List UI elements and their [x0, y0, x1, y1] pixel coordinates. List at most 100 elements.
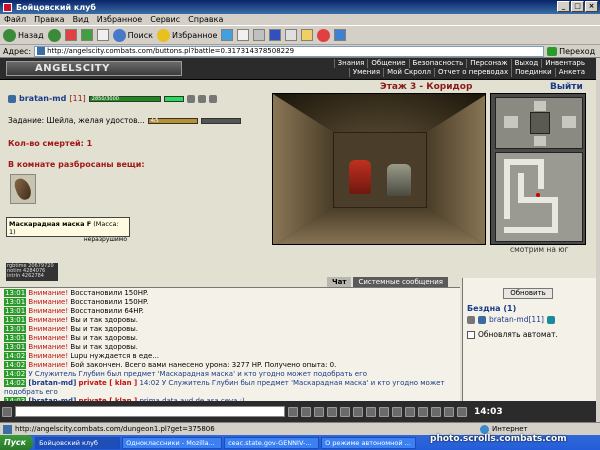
nav-scroll[interactable]: Мой Скролл — [383, 68, 434, 77]
chat-settings-icon[interactable] — [353, 406, 363, 417]
smiles-icon[interactable] — [314, 406, 324, 417]
go-button[interactable]: Переход — [547, 46, 595, 56]
nav-chat[interactable]: Общение — [367, 59, 408, 68]
chat-time[interactable]: 13:01 — [4, 334, 27, 342]
chat-time[interactable]: 14:02 — [4, 352, 27, 360]
nav-character[interactable]: Персонаж — [466, 59, 510, 68]
nav-knowledge[interactable]: Знания — [333, 59, 368, 68]
search-button[interactable]: Поиск — [112, 28, 153, 42]
chat-time[interactable]: 13:01 — [4, 289, 27, 297]
back-button[interactable]: Назад — [3, 28, 44, 42]
nav-profile[interactable]: Анкета — [554, 68, 588, 77]
translit-icon[interactable] — [340, 406, 350, 417]
private-tag[interactable]: private [ klan ] — [79, 379, 138, 387]
item-mask-image[interactable] — [10, 174, 36, 204]
minimize-button[interactable]: _ — [557, 1, 570, 12]
nav-transfers[interactable]: Отчет о переводах — [433, 68, 511, 77]
chat-time[interactable]: 13:01 — [4, 307, 27, 315]
monster-red[interactable] — [349, 160, 371, 194]
nav-security[interactable]: Безопасность — [408, 59, 467, 68]
dungeon-view[interactable] — [272, 93, 486, 245]
turn-right-icon[interactable] — [562, 116, 576, 128]
print-icon[interactable] — [253, 29, 266, 41]
map-icon[interactable] — [418, 406, 428, 417]
chat-line: 13:01 Внимание! Вы и так здоровы. — [4, 316, 456, 325]
stop-icon[interactable] — [64, 29, 77, 41]
help-icon[interactable] — [431, 406, 441, 417]
chat-input[interactable] — [15, 406, 285, 417]
nav-inventory[interactable]: Инвентарь — [541, 59, 588, 68]
chat-time[interactable]: 13:01 — [4, 325, 27, 333]
start-button[interactable]: Пуск — [0, 435, 34, 450]
messenger-icon[interactable] — [317, 28, 331, 42]
chat-time[interactable]: 14:02 — [4, 379, 27, 387]
effect-icon-2[interactable] — [197, 94, 206, 103]
chat-time[interactable]: 13:01 — [4, 343, 27, 351]
chat-time[interactable]: 13:01 — [4, 316, 27, 324]
chat-menu-icon[interactable] — [2, 406, 12, 417]
address-label: Адрес: — [3, 46, 32, 56]
chat-tabs: Чат Системные сообщения — [327, 277, 448, 287]
close-button[interactable]: × — [585, 1, 598, 12]
task-ceac[interactable]: ceac.state.gov-GENNIV-... — [224, 436, 320, 449]
private-icon[interactable] — [467, 315, 475, 324]
exit-link[interactable]: Выйти — [550, 82, 583, 92]
menu-file[interactable]: Файл — [4, 15, 26, 24]
effect-icon-1[interactable] — [186, 94, 195, 103]
nav-duels[interactable]: Поединки — [511, 68, 555, 77]
menu-tools[interactable]: Сервис — [150, 15, 180, 24]
maximize-button[interactable]: □ — [571, 1, 584, 12]
menu-help[interactable]: Справка — [188, 15, 223, 24]
tab-chat[interactable]: Чат — [327, 277, 352, 287]
mail-icon[interactable] — [457, 406, 467, 417]
room-player-entry[interactable]: bratan-md[11] — [467, 315, 555, 324]
nav-exit[interactable]: Выход — [510, 59, 542, 68]
menu-view[interactable]: Вид — [73, 15, 89, 24]
favorites-button[interactable]: Избранное — [156, 28, 217, 42]
nav-skills[interactable]: Умения — [348, 68, 383, 77]
address-input[interactable]: http://angelscity.combats.com/buttons.pl… — [34, 45, 545, 57]
forward-arrow-icon[interactable] — [534, 101, 546, 111]
history-icon[interactable] — [221, 29, 234, 41]
turn-left-icon[interactable] — [504, 116, 518, 128]
task-offline-mode[interactable]: О режиме автономной ... — [321, 436, 417, 449]
chat-time[interactable]: 14:02 — [4, 370, 27, 378]
forward-arrow-icon[interactable] — [47, 28, 61, 42]
navigation-compass[interactable] — [495, 97, 583, 149]
tool-icon[interactable] — [334, 29, 347, 41]
status-url: http://angelscity.combats.com/dungeon1.p… — [15, 425, 215, 433]
options-icon[interactable] — [392, 406, 402, 417]
chat-time[interactable]: 14:02 — [4, 361, 27, 369]
sound-icon[interactable] — [379, 406, 389, 417]
filter-icon[interactable] — [327, 406, 337, 417]
discuss-icon[interactable] — [285, 29, 298, 41]
tab-system-messages[interactable]: Системные сообщения — [353, 277, 448, 287]
info-icon[interactable] — [546, 315, 555, 324]
mail-icon[interactable] — [237, 29, 250, 41]
auto-refresh-checkbox[interactable] — [467, 330, 475, 339]
effect-icon-3[interactable] — [208, 94, 217, 103]
page-scrollbar[interactable] — [596, 58, 600, 422]
home-icon[interactable] — [96, 29, 109, 41]
task-odnoklassniki[interactable]: Одноклассники - Mozilla... — [122, 436, 223, 449]
chat-nick[interactable]: [bratan-md] — [28, 379, 76, 387]
task-fight-club[interactable]: Бойцовский клуб — [35, 436, 121, 449]
player-nick[interactable]: bratan-md — [19, 94, 66, 103]
refresh-icon[interactable] — [80, 29, 93, 41]
folder-icon[interactable] — [301, 29, 314, 41]
friends-icon[interactable] — [444, 406, 454, 417]
player-status: bratan-md [11] 2850/3000 — [8, 94, 217, 103]
monster-grey[interactable] — [387, 164, 411, 196]
edit-icon[interactable] — [269, 29, 282, 41]
clear-icon[interactable] — [301, 406, 311, 417]
send-icon[interactable] — [288, 406, 298, 417]
chat-time[interactable]: 13:01 — [4, 298, 27, 306]
auto-refresh[interactable]: Обновлять автомат. — [467, 330, 558, 339]
menu-edit[interactable]: Правка — [34, 15, 64, 24]
room-name: Бездна (1) — [467, 304, 517, 313]
refresh-button[interactable]: Обновить — [503, 288, 553, 299]
buttons-icon[interactable] — [366, 406, 376, 417]
menu-favorites[interactable]: Избранное — [97, 15, 142, 24]
lock-icon[interactable] — [405, 406, 415, 417]
backward-arrow-icon[interactable] — [534, 136, 546, 146]
